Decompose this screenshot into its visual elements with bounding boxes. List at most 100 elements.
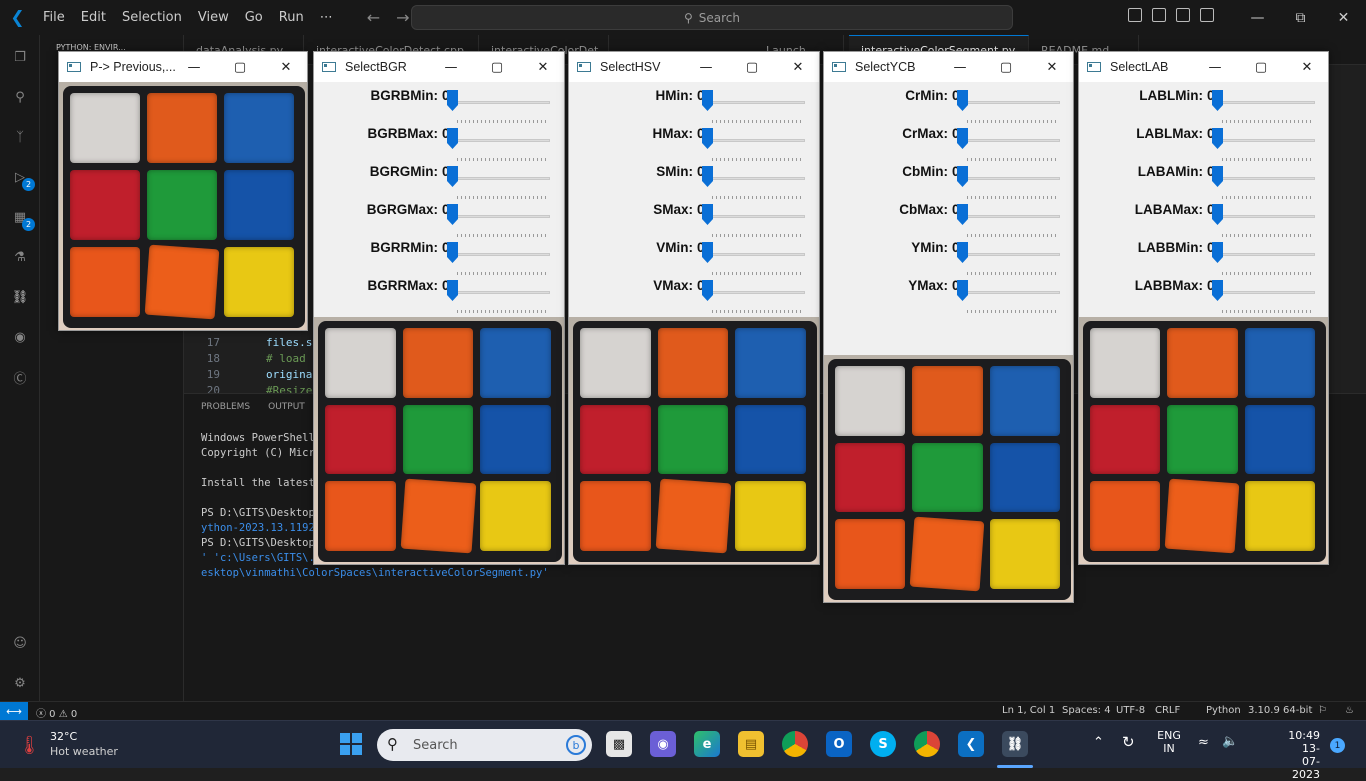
language-indicator[interactable]: ENG IN bbox=[1156, 729, 1182, 755]
trackbar-track[interactable] bbox=[707, 291, 805, 294]
minimize-button[interactable]: — bbox=[1236, 0, 1279, 35]
trackbar-thumb[interactable] bbox=[447, 280, 458, 302]
close-button[interactable]: ✕ bbox=[775, 60, 819, 75]
file-explorer-icon[interactable]: ▤ bbox=[738, 731, 764, 757]
accounts-icon[interactable]: ☺ bbox=[8, 631, 32, 655]
search-icon[interactable]: ⚲ bbox=[8, 85, 32, 109]
trackbar-thumb[interactable] bbox=[447, 242, 458, 264]
problems-count[interactable]: ⓧ 0 ⚠ 0 bbox=[36, 705, 77, 720]
trackbar-thumb[interactable] bbox=[447, 128, 458, 150]
toggle-panel-icon[interactable] bbox=[1152, 8, 1166, 22]
command-search-input[interactable]: ⚲ Search bbox=[411, 5, 1013, 30]
trackbar-thumb[interactable] bbox=[1212, 128, 1223, 150]
vscode-taskbar-icon[interactable]: ❮ bbox=[958, 731, 984, 757]
window-title-bar[interactable]: SelectYCB — ▢ ✕ bbox=[824, 52, 1073, 82]
volume-icon[interactable]: 🔈 bbox=[1222, 734, 1238, 749]
trackbar-thumb[interactable] bbox=[957, 280, 968, 302]
trackbar-track[interactable] bbox=[962, 253, 1060, 256]
remote-explorer-icon[interactable]: Ⓒ bbox=[8, 365, 32, 389]
trackbar-track[interactable] bbox=[707, 177, 805, 180]
minimize-button[interactable]: — bbox=[171, 60, 217, 75]
forward-arrow-icon[interactable]: → bbox=[396, 8, 409, 27]
trackbar-track[interactable] bbox=[707, 101, 805, 104]
trackbar-thumb[interactable] bbox=[702, 204, 713, 226]
edge-icon[interactable]: e bbox=[694, 731, 720, 757]
feedback-icon[interactable]: ⚐ bbox=[1318, 705, 1327, 716]
menu-view[interactable]: View bbox=[190, 10, 237, 25]
trackbar-thumb[interactable] bbox=[447, 166, 458, 188]
customize-layout-icon[interactable] bbox=[1200, 8, 1214, 22]
maximize-button[interactable]: ▢ bbox=[217, 60, 263, 75]
chrome-profile-icon[interactable] bbox=[914, 731, 940, 757]
trackbar-track[interactable] bbox=[962, 291, 1060, 294]
outlook-icon[interactable]: O bbox=[826, 731, 852, 757]
source-control-icon[interactable]: ᛉ bbox=[8, 125, 32, 149]
menu-more[interactable]: ⋯ bbox=[312, 10, 341, 25]
trackbar-thumb[interactable] bbox=[957, 242, 968, 264]
toggle-sidebar-icon[interactable] bbox=[1128, 8, 1142, 22]
trackbar-thumb[interactable] bbox=[702, 128, 713, 150]
sync-icon[interactable]: ↻ bbox=[1122, 733, 1135, 751]
trackbar-thumb[interactable] bbox=[702, 166, 713, 188]
trackbar-thumb[interactable] bbox=[957, 128, 968, 150]
window-title-bar[interactable]: SelectHSV — ▢ ✕ bbox=[569, 52, 819, 82]
close-button[interactable]: ✕ bbox=[263, 60, 307, 75]
notifications-bell-icon[interactable]: ♨ bbox=[1345, 705, 1354, 716]
trackbar-track[interactable] bbox=[1217, 291, 1315, 294]
window-title-bar[interactable]: SelectLAB — ▢ ✕ bbox=[1079, 52, 1328, 82]
maximize-button[interactable]: ▢ bbox=[983, 60, 1029, 75]
remote-indicator-icon[interactable]: ⟷ bbox=[0, 702, 28, 721]
trackbar-thumb[interactable] bbox=[957, 166, 968, 188]
testing-icon[interactable]: ⚗ bbox=[8, 245, 32, 269]
trackbar-track[interactable] bbox=[707, 253, 805, 256]
clock[interactable]: 10:49 13-07-2023 bbox=[1288, 729, 1320, 781]
menu-selection[interactable]: Selection bbox=[114, 10, 190, 25]
trackbar-thumb[interactable] bbox=[702, 90, 713, 112]
skype-icon[interactable]: S bbox=[870, 731, 896, 757]
trackbar-thumb[interactable] bbox=[1212, 90, 1223, 112]
settings-gear-icon[interactable]: ⚙ bbox=[8, 671, 32, 695]
close-button[interactable]: ✕ bbox=[520, 60, 564, 75]
window-title-bar[interactable]: SelectBGR — ▢ ✕ bbox=[314, 52, 564, 82]
trackbar-thumb[interactable] bbox=[447, 90, 458, 112]
tab-problems[interactable]: PROBLEMS bbox=[201, 402, 250, 412]
line-ending[interactable]: CRLF bbox=[1155, 705, 1180, 716]
wifi-icon[interactable]: ≈ bbox=[1198, 735, 1209, 750]
notification-badge[interactable]: 1 bbox=[1330, 738, 1345, 753]
minimize-button[interactable]: — bbox=[428, 60, 474, 75]
trackbar-track[interactable] bbox=[962, 177, 1060, 180]
back-arrow-icon[interactable]: ← bbox=[367, 8, 380, 27]
trackbar-track[interactable] bbox=[452, 291, 550, 294]
windows-start-icon[interactable] bbox=[338, 731, 364, 757]
trackbar-track[interactable] bbox=[962, 101, 1060, 104]
trackbar-track[interactable] bbox=[452, 215, 550, 218]
minimize-button[interactable]: — bbox=[937, 60, 983, 75]
trackbar-thumb[interactable] bbox=[1212, 242, 1223, 264]
restore-button[interactable]: ⧉ bbox=[1279, 0, 1322, 35]
trackbar-thumb[interactable] bbox=[702, 280, 713, 302]
python-interpreter[interactable]: 3.10.9 64-bit bbox=[1248, 705, 1312, 716]
trackbar-thumb[interactable] bbox=[957, 90, 968, 112]
explorer-icon[interactable]: ❐ bbox=[8, 45, 32, 69]
close-button[interactable]: ✕ bbox=[1284, 60, 1328, 75]
trackbar-track[interactable] bbox=[962, 215, 1060, 218]
maximize-button[interactable]: ▢ bbox=[1238, 60, 1284, 75]
taskbar-search-input[interactable]: ⚲ Search b bbox=[377, 729, 592, 761]
trackbar-thumb[interactable] bbox=[702, 242, 713, 264]
minimize-button[interactable]: — bbox=[1192, 60, 1238, 75]
trackbar-track[interactable] bbox=[452, 177, 550, 180]
menu-go[interactable]: Go bbox=[237, 10, 271, 25]
trackbar-track[interactable] bbox=[1217, 177, 1315, 180]
chrome-icon[interactable] bbox=[782, 731, 808, 757]
task-view-icon[interactable]: ▩ bbox=[606, 731, 632, 757]
teams-chat-icon[interactable]: ◉ bbox=[650, 731, 676, 757]
toggle-secondary-sidebar-icon[interactable] bbox=[1176, 8, 1190, 22]
run-debug-icon[interactable]: ▷ 2 bbox=[8, 165, 35, 191]
chevron-up-icon[interactable]: ⌃ bbox=[1093, 735, 1104, 750]
close-button[interactable]: ✕ bbox=[1029, 60, 1073, 75]
window-title-bar[interactable]: P-> Previous,... — ▢ ✕ bbox=[59, 52, 307, 82]
trackbar-track[interactable] bbox=[452, 139, 550, 142]
trackbar-thumb[interactable] bbox=[957, 204, 968, 226]
github-icon[interactable]: ◉ bbox=[8, 325, 32, 349]
tab-output[interactable]: OUTPUT bbox=[268, 402, 305, 412]
